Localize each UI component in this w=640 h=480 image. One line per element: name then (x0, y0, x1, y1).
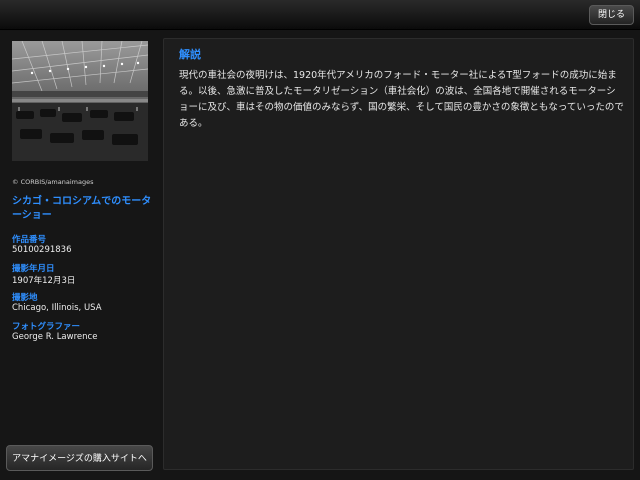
field-label-date: 撮影年月日 (12, 264, 55, 274)
description-heading: 解説 (179, 48, 201, 61)
field-value-work-number: 50100291836 (12, 245, 72, 255)
field-label-photographer: フォトグラファー (12, 322, 81, 332)
photo-thumbnail[interactable] (12, 41, 148, 161)
purchase-site-button[interactable]: アマナイメージズの購入サイトへ (6, 445, 153, 471)
field-label-work-number: 作品番号 (12, 235, 47, 245)
field-value-date: 1907年12月3日 (12, 276, 76, 286)
description-text: 現代の車社会の夜明けは、1920年代アメリカのフォード・モーター社によるT型フォ… (179, 70, 624, 129)
sidebar: © CORBIS/amanaimages シカゴ・コロシアムでのモーターショー … (0, 31, 160, 480)
photo-image (12, 41, 148, 161)
field-label-location: 撮影地 (12, 293, 38, 303)
field-value-photographer: George R. Lawrence (12, 332, 98, 342)
field-value-location: Chicago, Illinois, USA (12, 303, 102, 313)
photo-credit: © CORBIS/amanaimages (12, 178, 94, 186)
photo-title: シカゴ・コロシアムでのモーターショー (12, 196, 152, 221)
close-button[interactable]: 閉じる (588, 5, 634, 25)
top-toolbar: 閉じる (0, 0, 640, 30)
description-panel: 解説 現代の車社会の夜明けは、1920年代アメリカのフォード・モーター社によるT… (163, 38, 634, 470)
